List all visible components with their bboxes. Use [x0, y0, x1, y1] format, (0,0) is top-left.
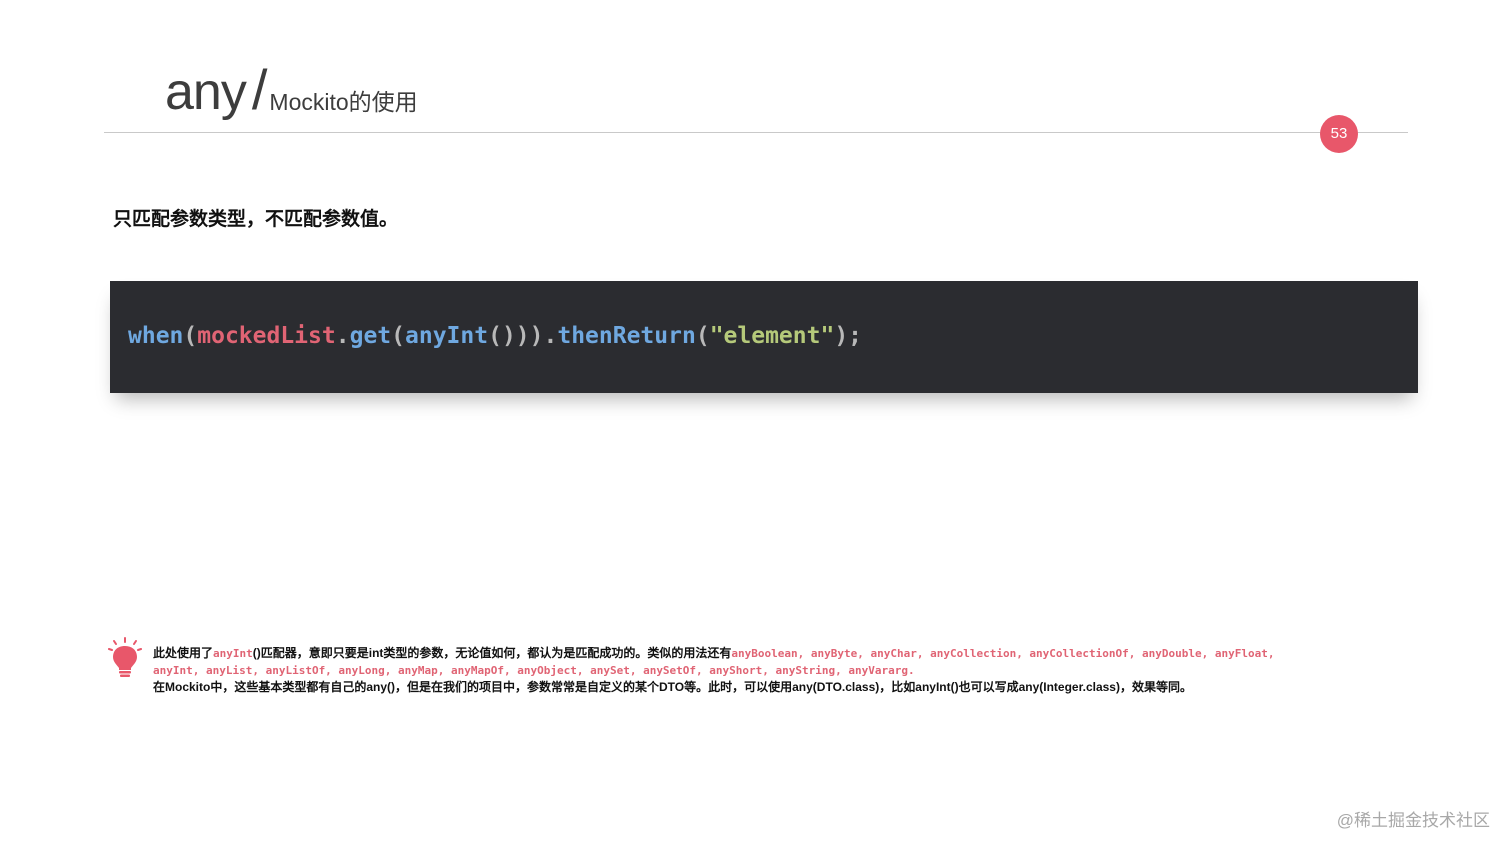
code-token-str: "element" — [709, 323, 835, 349]
slide-title: any / Mockito的使用 — [165, 58, 418, 121]
code-token-fn: when — [128, 323, 184, 349]
code-token-punct: ())) — [488, 323, 544, 349]
code-line: when(mockedList.get(anyInt())).thenRetur… — [128, 323, 862, 351]
page-number-badge: 53 — [1320, 115, 1358, 153]
code-token-punct: . — [543, 323, 558, 349]
code-token-punct: ); — [834, 323, 863, 349]
tip-code-matchers-1: anyBoolean, anyByte, anyChar, anyCollect… — [731, 647, 1275, 660]
code-block: when(mockedList.get(anyInt())).thenRetur… — [110, 281, 1418, 393]
tip-code-anyint: anyInt — [213, 647, 253, 660]
code-token-var: mockedList — [197, 323, 336, 349]
code-token-fn: thenReturn — [557, 323, 696, 349]
watermark: @稀土掘金技术社区 — [1336, 811, 1490, 830]
tip-code-matchers-2: anyInt, anyList, anyListOf, anyLong, any… — [153, 664, 915, 677]
tip-line-2: anyInt, anyList, anyListOf, anyLong, any… — [153, 662, 1403, 679]
code-token-punct: ( — [183, 323, 198, 349]
title-main: any — [165, 63, 247, 121]
code-token-fn: anyInt — [405, 323, 489, 349]
lead-text: 只匹配参数类型，不匹配参数值。 — [113, 209, 399, 230]
tip-line-1: 此处使用了anyInt()匹配器，意即只要是int类型的参数，无论值如何，都认为… — [153, 645, 1403, 662]
tip-text: 此处使用了anyInt()匹配器，意即只要是int类型的参数，无论值如何，都认为… — [153, 645, 1403, 696]
tip-line-3: 在Mockito中，这些基本类型都有自己的any()，但是在我们的项目中，参数常… — [153, 680, 1192, 694]
title-separator: / — [251, 58, 268, 121]
code-token-punct: . — [335, 323, 350, 349]
code-token-fn: get — [349, 323, 392, 349]
tip-middle: ()匹配器，意即只要是int类型的参数，无论值如何，都认为是匹配成功的。类似的用… — [252, 646, 732, 660]
lightbulb-icon — [108, 637, 142, 677]
header-divider — [104, 132, 1408, 133]
code-token-punct: ( — [391, 323, 405, 349]
tip-prefix: 此处使用了 — [153, 646, 214, 660]
code-token-punct: ( — [695, 323, 710, 349]
title-subtitle: Mockito的使用 — [269, 89, 418, 115]
